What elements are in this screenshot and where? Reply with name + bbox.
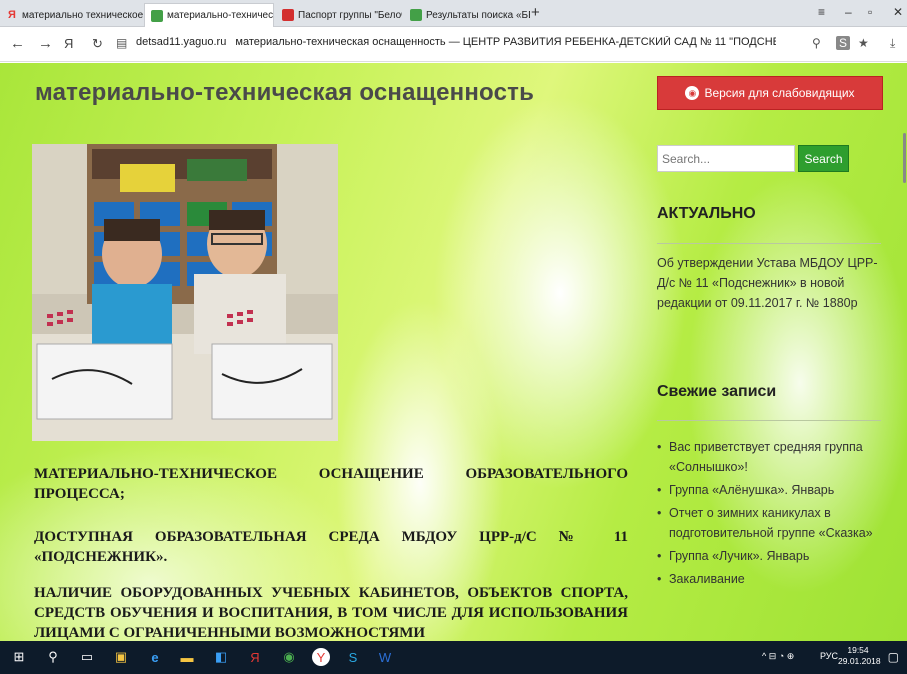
windows-start-icon[interactable]: ⊞ xyxy=(10,648,28,666)
divider xyxy=(657,420,881,421)
url-page-title: материально-техническая оснащенность — Ц… xyxy=(235,36,776,48)
download-icon[interactable]: ⤓ xyxy=(890,36,895,51)
word-icon[interactable]: W xyxy=(376,648,394,666)
search-button[interactable]: Search xyxy=(798,145,849,172)
tab-label: материально-техническ xyxy=(167,10,274,21)
reload-icon[interactable]: ↻ xyxy=(92,36,103,52)
content-paragraph: НАЛИЧИЕ ОБОРУДОВАННЫХ УЧЕБНЫХ КАБИНЕТОВ,… xyxy=(34,585,628,641)
site-icon xyxy=(282,9,294,21)
content-paragraph: МАТЕРИАЛЬНО-ТЕХНИЧЕСКОЕ ОСНАЩЕНИЕ ОБРАЗО… xyxy=(34,466,628,502)
widget-title-recent: Свежие записи xyxy=(657,383,777,400)
windows-taskbar: ⊞ ⚲ ▭ ▣ e ▬ ◧ Я ◉ Y S W ^ ⊟ ◔ ⊕ РУС 19:5… xyxy=(0,641,907,674)
new-tab-button[interactable]: + xyxy=(531,4,540,21)
vision-button-label: Версия для слабовидящих xyxy=(704,86,855,100)
close-window-icon[interactable]: ✕ xyxy=(893,5,903,19)
clock-time: 19:54 xyxy=(847,645,869,655)
widget-title-actual: АКТУАЛЬНО xyxy=(657,205,756,222)
search-icon[interactable]: ⚲ xyxy=(44,648,62,666)
browser-tab[interactable]: Паспорт группы "Белочка" xyxy=(276,3,402,27)
eye-icon: ◉ xyxy=(685,86,700,100)
edge-icon[interactable]: e xyxy=(146,648,164,666)
recent-post-link[interactable]: Вас приветствует средняя группа «Солнышк… xyxy=(657,437,887,477)
lock-icon[interactable]: ▤ xyxy=(116,36,127,50)
forward-icon[interactable]: → xyxy=(38,35,53,52)
browser-tab-bar: Я материально техническое материально-те… xyxy=(0,0,907,27)
browser-tab[interactable]: Результаты поиска «БЕЛОЧ xyxy=(404,3,530,27)
search-input[interactable] xyxy=(657,145,795,172)
divider xyxy=(657,243,881,244)
yandex-browser-icon[interactable]: Y xyxy=(312,648,330,666)
classroom-photo xyxy=(32,144,338,441)
clock-date: 29.01.2018 xyxy=(838,656,881,666)
url-domain: detsad11.yaguo.ru xyxy=(136,36,227,48)
scrollbar-thumb[interactable] xyxy=(903,133,906,183)
store-icon[interactable]: ▣ xyxy=(112,648,130,666)
tab-label: материально техническое xyxy=(22,9,144,21)
browser-tab-active[interactable]: материально-техническ × xyxy=(144,3,274,27)
star-icon[interactable]: ★ xyxy=(858,36,869,50)
tab-label: Паспорт группы "Белочка" xyxy=(298,9,402,21)
recent-post-link[interactable]: Отчет о зимних каникулах в подготовитель… xyxy=(657,503,887,543)
notification-icon[interactable]: ▢ xyxy=(888,650,899,664)
folder-icon[interactable]: ▬ xyxy=(178,648,196,666)
language-indicator[interactable]: РУС xyxy=(820,651,838,661)
search-icon[interactable]: ⚲ xyxy=(812,36,821,50)
media-icon[interactable]: ◧ xyxy=(212,648,230,666)
back-icon[interactable]: ← xyxy=(10,35,25,52)
extension-icon[interactable]: S xyxy=(836,36,851,50)
yandex-icon: Я xyxy=(8,9,16,21)
menu-icon[interactable]: ≡ xyxy=(818,5,825,19)
recent-post-link[interactable]: Закаливание xyxy=(657,569,887,589)
recent-posts-list: Вас приветствует средняя группа «Солнышк… xyxy=(657,437,887,592)
tab-label: Результаты поиска «БЕЛОЧ xyxy=(426,9,530,21)
page-scrollbar[interactable] xyxy=(901,63,907,641)
chrome-icon[interactable]: ◉ xyxy=(280,648,298,666)
page-content: материально-техническая оснащенность МАТ… xyxy=(0,63,907,641)
tray-icons[interactable]: ^ ⊟ ◔ ⊕ xyxy=(762,651,794,662)
clock[interactable]: 19:54 29.01.2018 xyxy=(838,645,881,667)
maximize-icon[interactable]: ▫ xyxy=(868,5,872,19)
skype-icon[interactable]: S xyxy=(344,648,362,666)
address-bar: ← → Я ↻ ▤ detsad11.yaguo.ru материально-… xyxy=(0,27,907,62)
page-title: материально-техническая оснащенность xyxy=(35,79,535,106)
site-icon xyxy=(151,9,163,22)
actual-link[interactable]: Об утверждении Устава МБДОУ ЦРР-Д/с № 11… xyxy=(657,253,883,313)
site-icon xyxy=(410,9,422,21)
yandex-icon[interactable]: Я xyxy=(246,648,264,666)
browser-tab[interactable]: Я материально техническое xyxy=(0,3,150,27)
content-paragraph: ДОСТУПНАЯ ОБРАЗОВАТЕЛЬНАЯ СРЕДА МБДОУ ЦР… xyxy=(34,529,628,565)
recent-post-link[interactable]: Группа «Алёнушка». Январь xyxy=(657,480,887,500)
vision-impaired-button[interactable]: ◉ Версия для слабовидящих xyxy=(657,76,883,110)
recent-post-link[interactable]: Группа «Лучик». Январь xyxy=(657,546,887,566)
task-view-icon[interactable]: ▭ xyxy=(78,648,96,666)
url-field[interactable]: detsad11.yaguo.ru материально-техническа… xyxy=(136,36,776,48)
yandex-icon[interactable]: Я xyxy=(64,36,73,51)
minimize-icon[interactable]: – xyxy=(845,5,852,19)
